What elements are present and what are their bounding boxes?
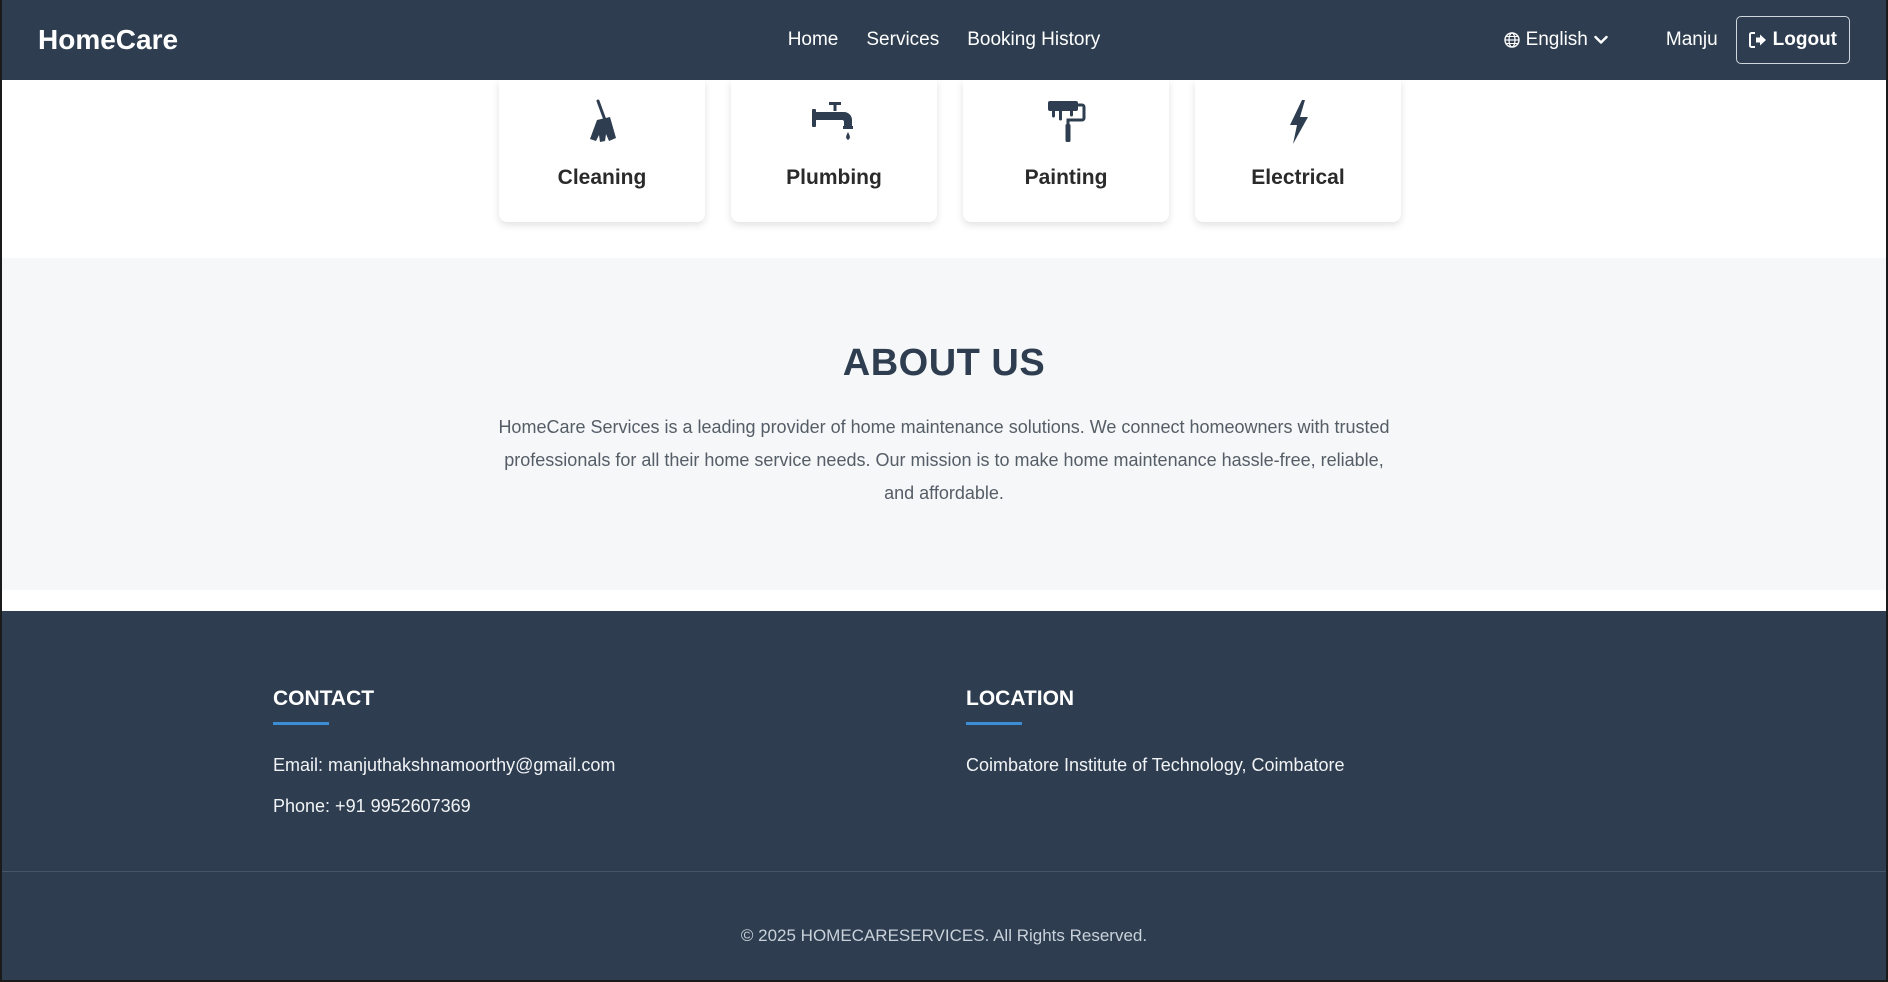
service-card-cleaning[interactable]: Cleaning (499, 80, 705, 222)
paint-roller-icon (1048, 101, 1086, 142)
heading-underline (273, 722, 329, 725)
nav-booking-history-link[interactable]: Booking History (967, 29, 1100, 51)
footer-location: LOCATION Coimbatore Institute of Technol… (966, 687, 1345, 776)
contact-email: Email: manjuthakshnamoorthy@gmail.com (273, 755, 616, 775)
service-label: Electrical (1251, 166, 1345, 189)
about-text: HomeCare Services is a leading provider … (498, 417, 1390, 503)
footer-divider (2, 871, 1886, 872)
about-title: ABOUT US (842, 342, 1046, 384)
nav-home-link[interactable]: Home (788, 29, 839, 51)
copyright-text: © 2025 HOMECARESERVICES. All Rights Rese… (740, 926, 1148, 945)
heading-underline (966, 722, 1022, 725)
services-section: Cleaning Plumbing Painting Electrical (2, 80, 1886, 258)
service-label: Cleaning (557, 166, 647, 189)
language-label: English (1525, 29, 1588, 50)
service-label: Plumbing (786, 166, 882, 189)
logout-button[interactable]: Logout (1735, 16, 1850, 64)
language-selector[interactable]: English (1503, 29, 1608, 51)
brand-logo[interactable]: HomeCare (38, 24, 178, 56)
contact-phone: Phone: +91 9952607369 (273, 796, 471, 816)
globe-icon (1503, 32, 1520, 48)
username-label: Manju (1665, 29, 1718, 50)
logout-label: Logout (1772, 29, 1837, 50)
location-heading: LOCATION (966, 687, 1075, 710)
service-cards: Cleaning Plumbing Painting Electrical (499, 80, 1401, 222)
footer: CONTACT Email: manjuthakshnamoorthy@gmai… (2, 611, 1886, 980)
navbar: HomeCare Home Services Booking History E… (2, 0, 1886, 80)
bolt-icon (1290, 100, 1308, 144)
about-section: ABOUT US HomeCare Services is a leading … (2, 258, 1886, 590)
footer-contact: CONTACT Email: manjuthakshnamoorthy@gmai… (273, 687, 615, 817)
faucet-icon (812, 102, 853, 140)
contact-heading: CONTACT (273, 687, 375, 710)
broom-icon (590, 99, 616, 142)
location-text: Coimbatore Institute of Technology, Coim… (966, 755, 1345, 775)
nav-right: English Manju Logout (1503, 16, 1850, 64)
service-card-electrical[interactable]: Electrical (1195, 80, 1401, 222)
service-card-plumbing[interactable]: Plumbing (731, 80, 937, 222)
service-label: Painting (1024, 166, 1108, 189)
nav-services-link[interactable]: Services (866, 29, 939, 51)
sign-out-icon (1748, 32, 1766, 48)
service-card-painting[interactable]: Painting (963, 80, 1169, 222)
chevron-down-icon (1594, 35, 1608, 44)
